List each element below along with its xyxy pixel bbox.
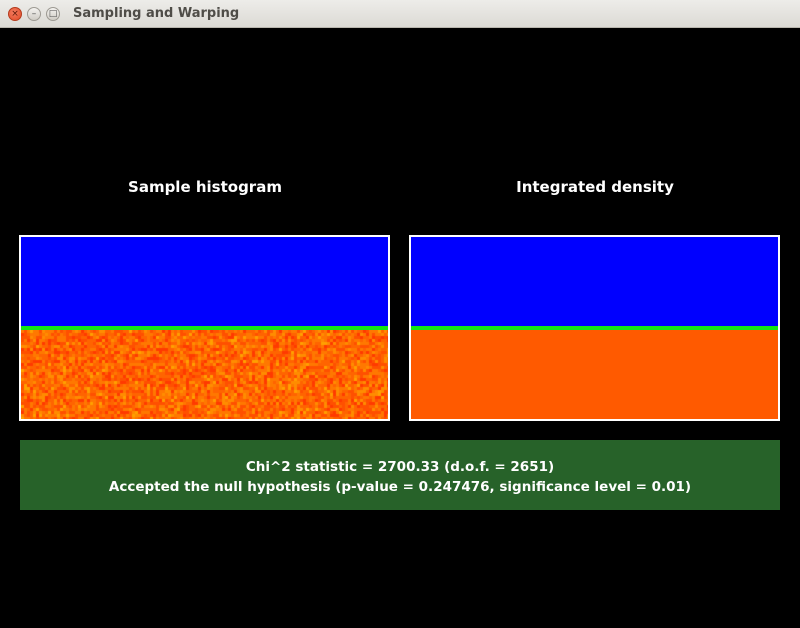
minimize-icon: – [31, 8, 37, 19]
sample-histogram-title: Sample histogram [128, 178, 282, 196]
maximize-window-button[interactable]: □ [46, 7, 60, 21]
histogram-low-density-region [21, 237, 388, 326]
hypothesis-result: Accepted the null hypothesis (p-value = … [108, 479, 692, 495]
integrated-density-title: Integrated density [516, 178, 674, 196]
sample-histogram-plot [19, 235, 390, 421]
integrated-density-plot [409, 235, 780, 421]
histogram-noise-texture [21, 330, 388, 419]
window-title: Sampling and Warping [73, 6, 240, 21]
minimize-window-button[interactable]: – [27, 7, 41, 21]
density-high-region [411, 330, 778, 419]
chi-square-statistic: Chi^2 statistic = 2700.33 (d.o.f. = 2651… [245, 459, 555, 475]
close-window-button[interactable]: × [8, 7, 22, 21]
test-results-box: Chi^2 statistic = 2700.33 (d.o.f. = 2651… [20, 440, 780, 510]
maximize-icon: □ [48, 8, 58, 19]
close-icon: × [11, 8, 19, 19]
density-low-region [411, 237, 778, 326]
window-titlebar: × – □ Sampling and Warping [0, 0, 800, 28]
